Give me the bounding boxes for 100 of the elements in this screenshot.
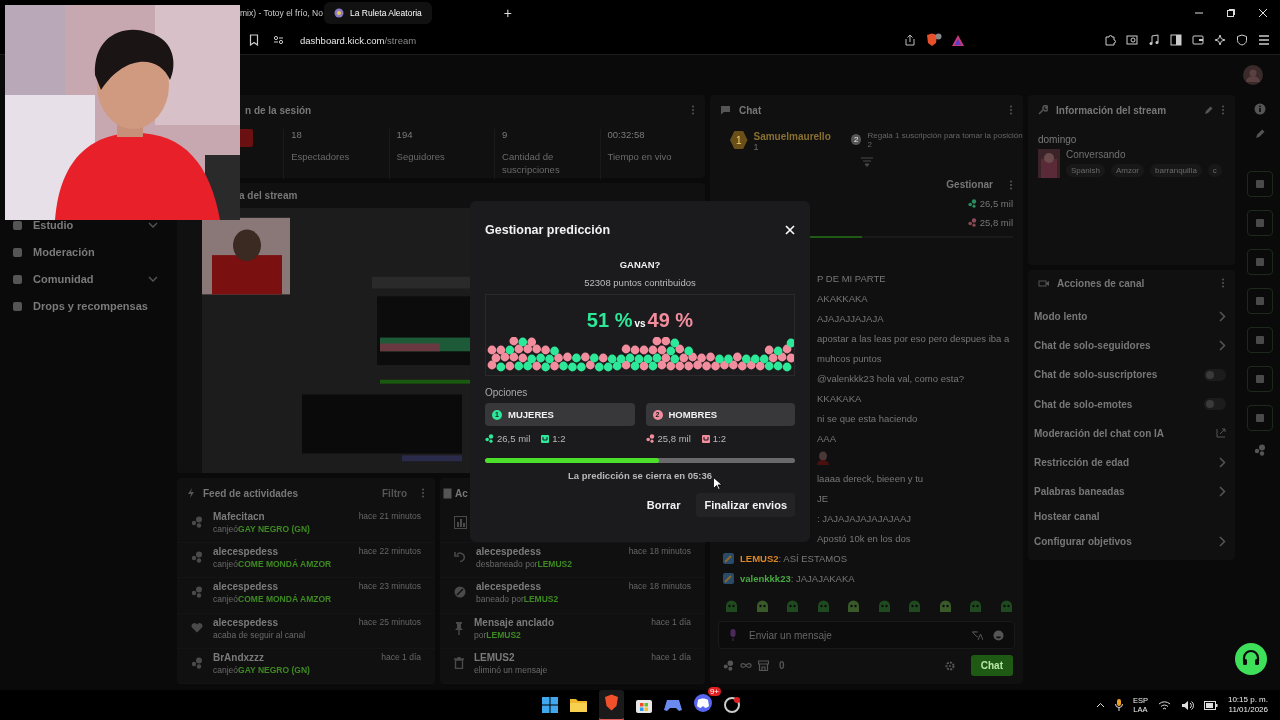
- tag[interactable]: Amzor: [1110, 164, 1145, 177]
- restore-icon[interactable]: [1226, 8, 1236, 18]
- tag[interactable]: Spanish: [1066, 164, 1105, 177]
- lightning-button[interactable]: [1247, 210, 1273, 236]
- browser-tab[interactable]: mix) - Totoy el frío, No: [238, 2, 324, 24]
- channel-action[interactable]: Palabras baneadas: [1034, 486, 1125, 498]
- emote-icon[interactable]: [755, 600, 769, 613]
- app-icon[interactable]: [724, 697, 740, 713]
- channel-action[interactable]: Configurar objetivos: [1034, 536, 1132, 548]
- toggle-switch[interactable]: [1204, 368, 1226, 381]
- close-icon[interactable]: [1258, 8, 1268, 18]
- gamepad-icon[interactable]: [664, 698, 682, 712]
- more-icon[interactable]: [1221, 105, 1225, 115]
- delete-button[interactable]: Borrar: [638, 493, 689, 517]
- menu-icon[interactable]: [1258, 35, 1270, 45]
- emote-icon[interactable]: [908, 600, 922, 613]
- battery-icon[interactable]: [1203, 700, 1218, 710]
- points-icon[interactable]: [1254, 444, 1266, 456]
- info-icon[interactable]: [1254, 103, 1266, 115]
- clock-date[interactable]: 11/01/2026: [1228, 705, 1268, 715]
- lion-shield-icon[interactable]: [604, 693, 619, 711]
- sidebar-item[interactable]: Comunidad: [12, 270, 158, 288]
- message-input[interactable]: Enviar un mensaje: [747, 628, 961, 642]
- emote-icon[interactable]: [999, 600, 1013, 613]
- pencil-icon[interactable]: [1204, 105, 1213, 115]
- external-link-icon[interactable]: [1216, 428, 1226, 439]
- chevron-right-icon[interactable]: [1219, 457, 1226, 469]
- finish-button[interactable]: Finalizar envios: [696, 493, 795, 517]
- music-icon[interactable]: [1148, 34, 1160, 46]
- site-settings-icon[interactable]: [273, 35, 284, 45]
- toggle-switch[interactable]: [1204, 398, 1226, 411]
- bookmark-icon[interactable]: [249, 34, 259, 46]
- more-icon[interactable]: [1009, 105, 1013, 115]
- share-icon[interactable]: [904, 34, 916, 46]
- more-icon[interactable]: [1221, 278, 1225, 288]
- camera-button[interactable]: [1247, 366, 1273, 392]
- address-field[interactable]: dashboard.kick.com/stream: [298, 32, 419, 48]
- emote-icon[interactable]: [816, 600, 830, 613]
- chevron-up-icon[interactable]: [1095, 702, 1105, 708]
- sidebar-item[interactable]: Drops y recompensas: [12, 297, 158, 315]
- points-icon[interactable]: [723, 660, 734, 671]
- filter-button[interactable]: Filtro: [382, 487, 407, 499]
- chevron-right-icon[interactable]: [1219, 486, 1226, 498]
- sidebar-icon[interactable]: [1170, 34, 1182, 46]
- store-icon[interactable]: [636, 697, 652, 713]
- wallet-icon[interactable]: [1192, 34, 1204, 46]
- windows-start-icon[interactable]: [542, 697, 558, 713]
- chevron-down-icon[interactable]: [148, 221, 158, 229]
- sidebar-item[interactable]: Estudio: [12, 216, 158, 234]
- more-icon[interactable]: [1009, 179, 1013, 190]
- collapse-icon[interactable]: [859, 157, 874, 167]
- headset-button[interactable]: [1235, 643, 1267, 675]
- focus-button[interactable]: [1247, 171, 1273, 197]
- tag[interactable]: barranquilla: [1150, 164, 1202, 177]
- folder-icon[interactable]: [570, 698, 587, 712]
- channel-action[interactable]: Chat de solo-emotes: [1034, 398, 1133, 410]
- new-tab-button[interactable]: +: [503, 5, 512, 21]
- triangle-icon[interactable]: [952, 34, 964, 46]
- screenshot-icon[interactable]: [1126, 34, 1138, 46]
- send-button[interactable]: Chat: [970, 655, 1013, 676]
- chevron-right-icon[interactable]: [1219, 311, 1226, 323]
- lion-shield-icon[interactable]: [926, 33, 942, 47]
- manage-button[interactable]: Gestionar: [946, 179, 993, 190]
- channel-action[interactable]: Moderación del chat con IA: [1034, 427, 1165, 439]
- pencil-icon[interactable]: [1255, 129, 1265, 139]
- emote-icon[interactable]: [847, 600, 861, 613]
- translate-icon[interactable]: [971, 629, 983, 641]
- more-icon[interactable]: [691, 105, 695, 115]
- channel-action[interactable]: Hostear canal: [1034, 511, 1100, 523]
- microphone-icon[interactable]: [1114, 699, 1123, 711]
- settings-icon[interactable]: [944, 660, 955, 671]
- message-field[interactable]: Enviar un mensaje: [718, 621, 1015, 649]
- channel-action[interactable]: Modo lento: [1034, 311, 1088, 323]
- wrench-button[interactable]: [1247, 405, 1273, 431]
- puzzle-icon[interactable]: [1104, 34, 1116, 46]
- browser-tab[interactable]: La Ruleta Aleatoria: [324, 2, 432, 24]
- shield-icon[interactable]: [1236, 34, 1248, 46]
- user-avatar[interactable]: [1243, 65, 1263, 85]
- channel-action[interactable]: Chat de solo-suscriptores: [1034, 369, 1158, 381]
- sparkle-icon[interactable]: [1214, 34, 1226, 46]
- broadcast-button[interactable]: [1247, 327, 1273, 353]
- channel-action[interactable]: Chat de solo-seguidores: [1034, 340, 1151, 352]
- emoji-icon[interactable]: [993, 629, 1004, 641]
- tag[interactable]: c: [1207, 164, 1222, 177]
- wifi-icon[interactable]: [1157, 699, 1171, 711]
- emote-icon[interactable]: [938, 600, 952, 613]
- chevron-right-icon[interactable]: [1219, 340, 1226, 352]
- clock-time[interactable]: 10:15 p. m.: [1227, 695, 1268, 705]
- emote-icon[interactable]: [725, 600, 738, 613]
- emote-icon[interactable]: [969, 600, 983, 613]
- emote-icon[interactable]: [877, 600, 891, 613]
- document-button[interactable]: [1247, 249, 1273, 275]
- speaker-icon[interactable]: [1180, 699, 1194, 711]
- more-icon[interactable]: [421, 488, 425, 499]
- sidebar-item[interactable]: Moderación: [12, 243, 158, 261]
- chevron-right-icon[interactable]: [1219, 536, 1226, 548]
- discord-icon[interactable]: [694, 694, 712, 712]
- chat-button[interactable]: [1247, 288, 1273, 314]
- emote-icon[interactable]: [786, 600, 800, 613]
- chevron-down-icon[interactable]: [148, 275, 158, 283]
